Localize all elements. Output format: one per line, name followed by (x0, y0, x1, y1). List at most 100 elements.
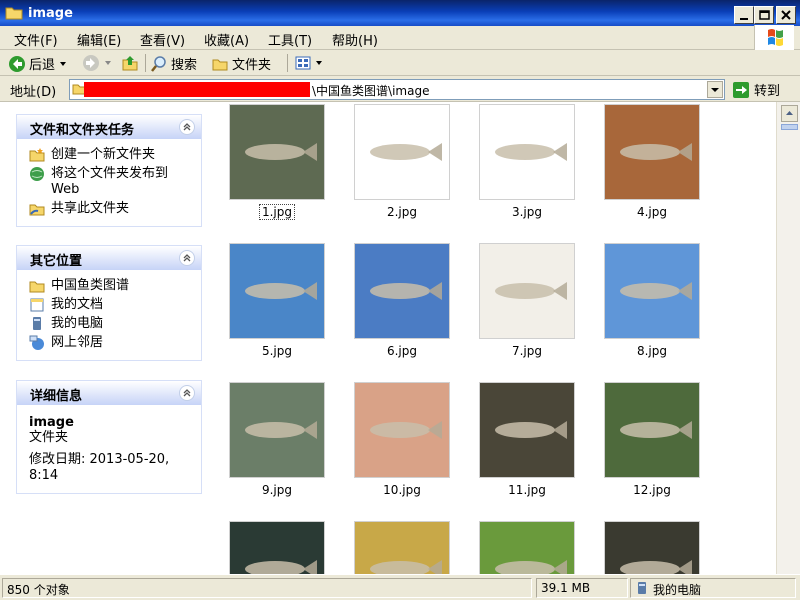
place-label: 我的文档 (51, 297, 104, 312)
thumbnail-image (354, 521, 450, 574)
collapse-button[interactable] (179, 385, 195, 401)
file-thumbnail[interactable]: 12.jpg (604, 382, 700, 497)
scroll-thumb[interactable] (781, 124, 798, 130)
file-name-label: 2.jpg (386, 205, 418, 219)
task-share-folder[interactable]: 共享此文件夹 (29, 201, 193, 217)
other-places-panel: 其它位置 中国鱼类图谱 我的文档 我的电脑 网上邻居 (16, 245, 202, 361)
thumbnail-image (354, 382, 450, 478)
scroll-up-button[interactable] (781, 105, 798, 122)
thumbnail-image (604, 104, 700, 200)
file-name-label: 3.jpg (511, 205, 543, 219)
go-label: 转到 (754, 84, 781, 99)
up-folder-icon (122, 56, 138, 71)
thumbnail-image (229, 104, 325, 200)
file-thumbnail[interactable]: 3.jpg (479, 104, 575, 219)
detail-modified: 修改日期: 2013-05-20, 8:14 (29, 452, 170, 483)
file-name-label: 6.jpg (386, 344, 418, 358)
chevron-down-icon (316, 61, 322, 65)
menu-view[interactable]: 查看(V) (140, 30, 185, 49)
file-thumbnail[interactable]: 4.jpg (604, 104, 700, 219)
file-thumbnail[interactable]: 1.jpg (229, 104, 325, 220)
thumbnail-image (354, 243, 450, 339)
chevron-up-icon (183, 389, 191, 397)
folder-icon (5, 7, 23, 20)
file-thumbnail[interactable]: 6.jpg (354, 243, 450, 358)
detail-folder-name: image (29, 415, 74, 430)
menu-favorites[interactable]: 收藏(A) (204, 30, 249, 49)
file-thumbnail[interactable] (479, 521, 575, 574)
views-button[interactable] (294, 54, 323, 72)
collapse-button[interactable] (179, 119, 195, 135)
status-location-label: 我的电脑 (653, 583, 702, 597)
collapse-button[interactable] (179, 250, 195, 266)
folder-icon (29, 281, 45, 293)
file-name-label: 8.jpg (636, 344, 668, 358)
chevron-down-icon (60, 61, 67, 66)
folders-button[interactable]: 文件夹 (211, 54, 271, 73)
other-places-header[interactable]: 其它位置 (17, 246, 201, 270)
thumbnail-image (229, 243, 325, 339)
file-view: 1.jpg 2.jpg 3.jpg 4.jpg 5.jpg 6.jpg 7.jpg 8.jpg… (216, 102, 776, 574)
forward-button[interactable] (82, 54, 113, 72)
vertical-scrollbar[interactable] (776, 102, 800, 574)
place-my-documents[interactable]: 我的文档 (29, 297, 193, 313)
task-label: 创建一个新文件夹 (51, 147, 156, 162)
file-thumbnail[interactable]: 10.jpg (354, 382, 450, 497)
file-thumbnail[interactable]: 2.jpg (354, 104, 450, 219)
file-thumbnail[interactable]: 8.jpg (604, 243, 700, 358)
maximize-button[interactable] (754, 6, 774, 24)
back-button[interactable]: 后退 (8, 54, 68, 73)
task-pane: 文件和文件夹任务 创建一个新文件夹 将这个文件夹发布到 Web 共享此文件夹 其… (0, 102, 216, 574)
file-name-label: 4.jpg (636, 205, 668, 219)
file-tasks-panel: 文件和文件夹任务 创建一个新文件夹 将这个文件夹发布到 Web 共享此文件夹 (16, 114, 202, 227)
file-tasks-header[interactable]: 文件和文件夹任务 (17, 115, 201, 139)
window-title: image (28, 6, 73, 21)
address-dropdown-button[interactable] (707, 81, 723, 98)
file-thumbnail[interactable]: 7.jpg (479, 243, 575, 358)
detail-type: 文件夹 (29, 430, 69, 445)
panel-title: 详细信息 (30, 389, 83, 404)
menu-edit[interactable]: 编辑(E) (77, 30, 121, 49)
task-publish-web[interactable]: 将这个文件夹发布到 Web (29, 166, 193, 198)
go-button[interactable]: 转到 (732, 80, 780, 99)
place-my-computer[interactable]: 我的电脑 (29, 316, 193, 332)
task-new-folder[interactable]: 创建一个新文件夹 (29, 147, 193, 163)
address-input[interactable]: \中国鱼类图谱\image (69, 79, 725, 100)
folders-label: 文件夹 (232, 58, 272, 73)
network-icon (29, 335, 44, 350)
file-name-label: 1.jpg (229, 204, 325, 220)
file-name-label: 9.jpg (261, 483, 293, 497)
place-parent-folder[interactable]: 中国鱼类图谱 (29, 278, 193, 294)
file-thumbnail[interactable]: 5.jpg (229, 243, 325, 358)
status-object-count: 850 个对象 (2, 578, 532, 598)
details-header[interactable]: 详细信息 (17, 381, 201, 405)
status-bar: 850 个对象 39.1 MB 我的电脑 (0, 574, 800, 600)
search-button[interactable]: 搜索 (150, 54, 197, 73)
close-button[interactable] (776, 6, 796, 24)
chevron-up-icon (183, 123, 191, 131)
up-folder-button[interactable] (121, 54, 139, 72)
menu-file[interactable]: 文件(F) (14, 30, 58, 49)
task-label: 共享此文件夹 (51, 201, 130, 216)
file-thumbnail[interactable] (604, 521, 700, 574)
close-icon (781, 10, 791, 20)
menu-tools[interactable]: 工具(T) (268, 30, 312, 49)
forward-arrow-icon (83, 55, 99, 71)
status-location: 我的电脑 (630, 578, 796, 598)
minimize-button[interactable] (734, 6, 754, 24)
thumbnail-image (479, 382, 575, 478)
back-label: 后退 (29, 58, 56, 73)
globe-icon (30, 167, 44, 181)
place-network[interactable]: 网上邻居 (29, 335, 193, 351)
chevron-down-icon (105, 61, 111, 65)
address-path: \中国鱼类图谱\image (312, 84, 430, 98)
search-icon (151, 55, 166, 72)
file-thumbnail[interactable]: 9.jpg (229, 382, 325, 497)
address-label: 地址(D) (10, 85, 57, 100)
menu-help[interactable]: 帮助(H) (332, 30, 378, 49)
file-thumbnail[interactable] (229, 521, 325, 574)
file-thumbnail[interactable]: 11.jpg (479, 382, 575, 497)
file-name-label: 12.jpg (633, 483, 671, 497)
file-thumbnail[interactable] (354, 521, 450, 574)
file-name-label: 7.jpg (511, 344, 543, 358)
